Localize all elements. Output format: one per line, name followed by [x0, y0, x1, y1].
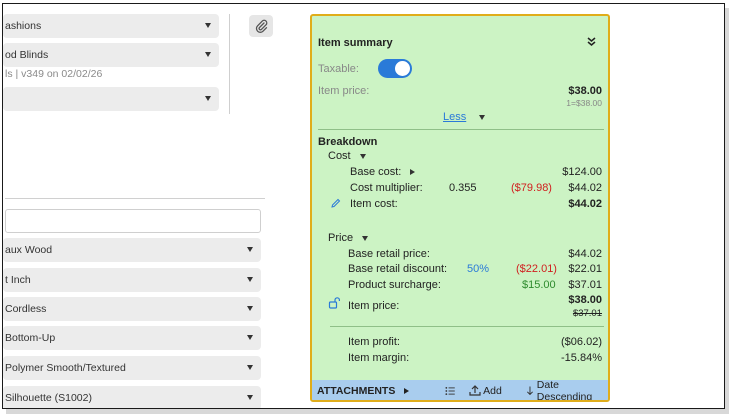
field-select-3-value: Cordless — [5, 303, 47, 315]
paperclip-icon — [255, 19, 267, 33]
item-profit-label: Item profit: — [348, 336, 400, 348]
price-label: Price — [328, 232, 354, 244]
chevron-down-icon — [247, 277, 253, 282]
base-cost-label: Base cost: — [350, 166, 402, 178]
chevron-down-icon — [247, 335, 253, 340]
collection-select[interactable]: ashions — [3, 14, 219, 38]
field-select-6-value: Silhouette (S1002) — [5, 392, 92, 404]
option-select[interactable] — [3, 87, 219, 111]
profit-divider — [330, 326, 604, 327]
field-select-6[interactable]: Silhouette (S1002) — [3, 386, 261, 408]
cost-multiplier-value: 0.355 — [449, 182, 477, 194]
product-surcharge-label: Product surcharge: — [348, 279, 441, 291]
caret-down-icon — [362, 235, 369, 241]
chevron-down-icon — [205, 23, 211, 28]
surcharge-total: $37.01 — [568, 279, 602, 291]
vertical-divider — [229, 14, 230, 114]
taxable-label: Taxable: — [318, 63, 359, 75]
chevron-down-icon — [205, 96, 211, 101]
panel-divider — [318, 129, 604, 130]
text-input[interactable] — [5, 209, 261, 233]
product-version-meta: ls | v349 on 02/02/26 — [5, 68, 103, 80]
attachments-title[interactable]: ATTACHMENTS — [317, 385, 395, 397]
cost-section-toggle[interactable]: Cost — [328, 150, 366, 162]
field-select-5-value: Polymer Smooth/Textured — [5, 362, 126, 374]
price-item-price-label: Item price: — [348, 300, 400, 312]
product-select[interactable]: od Blinds — [3, 43, 219, 67]
product-select-value: od Blinds — [5, 49, 49, 61]
add-attachment-button[interactable]: Add — [469, 385, 502, 397]
base-cost-value: $124.00 — [562, 166, 602, 178]
base-retail-label: Base retail price: — [348, 248, 430, 260]
field-select-4-value: Bottom-Up — [5, 332, 56, 344]
base-retail-discount-label: Base retail discount: — [348, 263, 448, 275]
item-summary-panel: Item summary Taxable: Item price: $38.00… — [310, 14, 610, 402]
caret-down-icon — [479, 114, 486, 120]
taxable-toggle[interactable] — [378, 59, 412, 78]
horizontal-divider — [5, 198, 265, 199]
field-select-2-value: t Inch — [5, 274, 31, 286]
cost-multiplier-label: Cost multiplier: — [350, 182, 423, 194]
base-retail-value: $44.02 — [568, 248, 602, 260]
upload-icon — [469, 385, 481, 396]
chevron-down-icon — [247, 395, 253, 400]
attach-button[interactable] — [249, 15, 273, 37]
app-window: ashions od Blinds ls | v349 on 02/02/26 … — [2, 3, 725, 409]
field-select-2[interactable]: t Inch — [3, 268, 261, 292]
item-profit-value: ($06.02) — [561, 336, 602, 348]
arrow-down-icon — [526, 386, 533, 396]
discount-total: $22.01 — [568, 263, 602, 275]
item-cost-value: $44.02 — [568, 198, 602, 210]
caret-right-icon — [410, 169, 416, 176]
chevron-down-icon — [247, 365, 253, 370]
breakdown-title: Breakdown — [318, 136, 378, 148]
chevron-down-icon — [247, 306, 253, 311]
cost-multiplier-total: $44.02 — [568, 182, 602, 194]
item-margin-value: -15.84% — [561, 352, 602, 364]
double-chevron-down-icon[interactable] — [586, 36, 597, 47]
caret-right-icon[interactable] — [404, 387, 410, 394]
field-select-5[interactable]: Polymer Smooth/Textured — [3, 356, 261, 380]
sort-attachments-button[interactable]: Date Descending — [526, 378, 608, 402]
base-cost-toggle[interactable]: Base cost: — [350, 166, 416, 178]
toggle-knob — [395, 61, 410, 76]
discount-diff: ($22.01) — [516, 263, 557, 275]
field-select-1-value: aux Wood — [5, 244, 53, 256]
surcharge-diff: $15.00 — [522, 279, 556, 291]
item-margin-label: Item margin: — [348, 352, 410, 364]
sort-label: Date Descending — [536, 378, 593, 402]
summary-item-price-sub: 1=$38.00 — [566, 98, 602, 108]
chevron-down-icon — [247, 247, 253, 252]
discount-percent[interactable]: 50% — [467, 263, 489, 275]
summary-item-price-label: Item price: — [318, 85, 370, 97]
field-select-3[interactable]: Cordless — [3, 297, 261, 321]
collection-select-value: ashions — [5, 20, 42, 32]
summary-item-price-value: $38.00 — [568, 85, 602, 97]
less-toggle[interactable]: Less — [443, 111, 486, 123]
price-item-price-value: $38.00 — [568, 294, 602, 306]
pencil-icon[interactable] — [330, 198, 341, 209]
attachments-bar: ATTACHMENTS Add Date Descending — [312, 378, 608, 402]
cost-label: Cost — [328, 150, 351, 162]
add-attachment-label: Add — [483, 384, 502, 397]
price-section-toggle[interactable]: Price — [328, 232, 369, 244]
field-select-1[interactable]: aux Wood — [3, 238, 261, 262]
cost-multiplier-diff: ($79.98) — [511, 182, 552, 194]
chevron-down-icon — [205, 52, 211, 57]
price-item-price-old: $37.01 — [572, 308, 602, 319]
field-select-4[interactable]: Bottom-Up — [3, 326, 261, 350]
caret-down-icon — [359, 153, 366, 159]
list-icon[interactable] — [445, 386, 456, 396]
unlock-icon[interactable] — [328, 297, 341, 309]
item-cost-label: Item cost: — [350, 198, 398, 210]
less-link[interactable]: Less — [443, 111, 466, 123]
item-summary-title: Item summary — [318, 37, 393, 49]
